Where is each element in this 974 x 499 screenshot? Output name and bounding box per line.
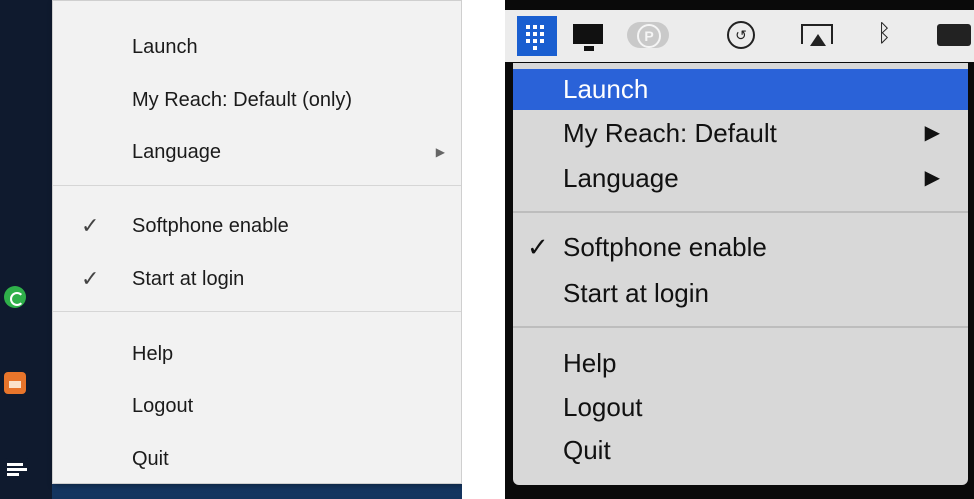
menu-item-label: My Reach: Default <box>563 118 777 148</box>
app-grid-icon[interactable] <box>517 16 557 56</box>
cloud-p-icon[interactable] <box>627 22 669 48</box>
windows-context-menu: Launch My Reach: Default (only) Language… <box>52 0 462 484</box>
menu-item-label: Language <box>563 163 679 193</box>
menu-item-label: Launch <box>132 36 198 58</box>
menu-separator <box>53 311 461 312</box>
menu-item-label: Softphone enable <box>563 232 767 262</box>
battery-icon[interactable] <box>937 24 971 46</box>
win-menu-item-softphone-enable[interactable]: ✓ Softphone enable <box>53 206 461 246</box>
submenu-arrow-icon: ▶ <box>924 122 940 144</box>
menu-item-label: Launch <box>563 74 649 104</box>
taskbar <box>0 0 52 499</box>
monitor-icon[interactable] <box>573 24 603 51</box>
mac-menu-item-help[interactable]: Help <box>513 343 968 384</box>
mac-menu-item-launch[interactable]: Launch <box>513 69 968 110</box>
menu-item-label: My Reach: Default (only) <box>132 89 353 111</box>
win-menu-item-launch[interactable]: Launch <box>53 27 461 67</box>
mac-menu-item-logout[interactable]: Logout <box>513 387 968 428</box>
time-machine-icon[interactable]: ↺ <box>727 21 755 49</box>
mac-dropdown-menu: Launch My Reach: Default ▶ Language ▶ ✓ … <box>513 63 968 485</box>
menu-separator <box>513 326 968 328</box>
menu-separator <box>513 211 968 213</box>
menu-item-label: Quit <box>132 448 169 470</box>
windows-screenshot: Launch My Reach: Default (only) Language… <box>0 0 462 499</box>
win-menu-item-help[interactable]: Help <box>53 334 461 374</box>
airplay-icon[interactable] <box>801 24 833 46</box>
mac-menubar: ↺ ᛒ <box>505 10 974 62</box>
menu-item-label: Start at login <box>563 278 709 308</box>
win-menu-item-quit[interactable]: Quit <box>53 439 461 479</box>
menu-item-label: Quit <box>563 435 611 465</box>
mac-menu-item-start-at-login[interactable]: Start at login <box>513 273 968 314</box>
submenu-arrow-icon: ▶ <box>435 145 445 159</box>
mac-menu-item-language[interactable]: Language ▶ <box>513 158 968 199</box>
menu-item-label: Start at login <box>132 268 245 290</box>
win-menu-item-logout[interactable]: Logout <box>53 386 461 426</box>
menu-item-label: Softphone enable <box>132 215 289 237</box>
win-menu-item-language[interactable]: Language ▶ <box>53 132 461 172</box>
win-menu-item-my-reach[interactable]: My Reach: Default (only) <box>53 80 461 120</box>
task-view-icon[interactable] <box>4 458 30 480</box>
bluetooth-icon[interactable]: ᛒ <box>877 20 891 48</box>
mac-screenshot: ↺ ᛒ Launch My Reach: Default ▶ Language … <box>505 0 974 499</box>
menu-separator <box>53 185 461 186</box>
checkmark-icon: ✓ <box>81 266 100 291</box>
menu-item-label: Logout <box>563 392 643 422</box>
submenu-arrow-icon: ▶ <box>924 167 940 189</box>
win-menu-item-start-at-login[interactable]: ✓ Start at login <box>53 259 461 299</box>
menu-item-label: Help <box>132 343 174 365</box>
menu-item-label: Logout <box>132 395 194 417</box>
menu-item-label: Help <box>563 348 617 378</box>
mac-menu-item-softphone-enable[interactable]: ✓ Softphone enable <box>513 227 968 268</box>
checkmark-icon: ✓ <box>81 213 100 238</box>
softphone-tray-icon[interactable] <box>4 286 26 308</box>
app-tray-icon[interactable] <box>4 372 26 394</box>
mac-menu-item-quit[interactable]: Quit <box>513 430 968 471</box>
checkmark-icon: ✓ <box>527 232 549 262</box>
mac-menu-item-my-reach[interactable]: My Reach: Default ▶ <box>513 113 968 154</box>
menu-item-label: Language <box>132 141 221 163</box>
